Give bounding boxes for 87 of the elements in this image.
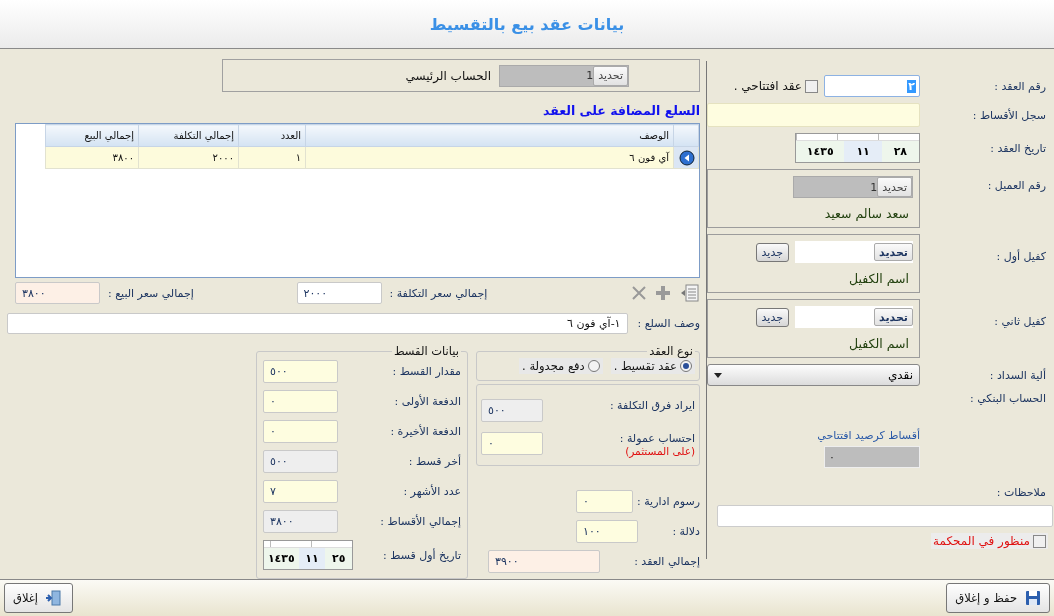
installment-field[interactable]: ٠	[263, 420, 338, 443]
current-row-icon	[679, 150, 695, 166]
opening-balance-field: ٠	[824, 446, 920, 468]
date-picker[interactable]: ٢٨ ١١ ١٤٣٥	[795, 133, 920, 163]
field-label: الحساب البنكي :	[968, 392, 1047, 405]
field-label: ملاحظات :	[995, 486, 1047, 499]
checkbox[interactable]	[805, 79, 818, 93]
field-label: أخر قسط :	[408, 455, 461, 468]
installment-field[interactable]: ٠	[263, 390, 338, 413]
field-label: مقدار القسط :	[392, 365, 461, 378]
group-title: بيانات القسط	[392, 344, 460, 358]
field-label: إجمالي سعر البيع :	[108, 286, 194, 300]
table-cell: ١	[238, 147, 306, 169]
field-label: دلالة :	[672, 525, 700, 538]
guarantor-field[interactable]: تحديد	[795, 241, 913, 263]
section-title: السلع المضافة على العقد	[542, 103, 700, 119]
table-row[interactable]: آي فون ٦ ١ ٢٠٠٠ ٣٨٠٠	[45, 147, 699, 169]
guarantor-name: اسم الكفيل	[848, 271, 910, 286]
field-label: إجمالي الأقساط :	[380, 515, 461, 528]
field-label: سجل الأقساط :	[971, 108, 1047, 122]
column-header[interactable]: إجمالي التكلفة	[138, 125, 239, 147]
guarantor-field[interactable]: تحديد	[795, 306, 913, 328]
field-label: احتساب عمولة :	[619, 432, 695, 445]
field-label: إجمالي سعر التكلفة :	[389, 286, 488, 300]
caret-icon	[714, 372, 722, 378]
radio-button[interactable]	[680, 360, 692, 372]
total-sale-field: ٣٨٠٠	[15, 282, 100, 304]
select-button[interactable]: تحديد	[877, 177, 912, 197]
column-header[interactable]: الوصف	[305, 125, 674, 147]
installment-field[interactable]: ٥٠٠	[263, 360, 338, 383]
field-label: أقساط كرصيد افتتاحي	[817, 429, 920, 442]
field-label: كفيل أول :	[995, 248, 1047, 263]
date-picker[interactable]: ٢٥ ١١ ١٤٣٥	[263, 540, 353, 570]
table-cell: آي فون ٦	[305, 147, 674, 169]
notes-field[interactable]	[717, 505, 1053, 527]
field-label: ايراد فرق التكلفة :	[609, 399, 695, 412]
field-label: وصف السلع :	[637, 317, 700, 330]
description-field[interactable]: ١-آي فون ٦	[7, 313, 628, 334]
delete-icon[interactable]	[632, 286, 646, 300]
select-button[interactable]: تحديد	[874, 308, 913, 326]
list-icon[interactable]	[680, 284, 700, 302]
checkbox-label: عقد افتتاحي .	[733, 79, 802, 93]
add-icon[interactable]	[656, 286, 670, 300]
guarantor-name: اسم الكفيل	[848, 336, 910, 351]
table-cell: ٢٠٠٠	[138, 147, 239, 169]
field-label: رقم العقد :	[993, 79, 1047, 93]
commission-field[interactable]: ٠	[481, 432, 543, 455]
installment-field[interactable]: ٧	[263, 480, 338, 503]
checkbox-label: منظور في المحكمة	[933, 534, 1030, 548]
field-label: تاريخ أول قسط :	[383, 548, 461, 562]
field-label: رقم العميل :	[986, 178, 1047, 192]
installments-record-field[interactable]	[707, 103, 920, 127]
installment-field: ٣٨٠٠	[263, 510, 338, 533]
field-label: عدد الأشهر :	[403, 485, 461, 498]
radio-option[interactable]: عقد تقسيط .	[610, 358, 695, 374]
close-button[interactable]: إغلاق	[4, 583, 73, 613]
field-label: إجمالي العقد :	[634, 555, 700, 568]
new-button[interactable]: جديد	[755, 307, 789, 327]
field-label: كفيل ثاني :	[993, 314, 1047, 328]
field-label: الحساب الرئيسي	[405, 68, 491, 83]
group-title: نوع العقد	[648, 344, 694, 358]
field-label: الدفعة الأولى :	[394, 395, 461, 408]
field-label: ألية السداد :	[988, 368, 1047, 382]
exit-door-icon	[46, 590, 64, 606]
customer-name: سعد سالم سعيد	[823, 206, 910, 221]
installment-field: ٥٠٠	[263, 450, 338, 473]
radio-button[interactable]	[587, 360, 600, 372]
field-label: رسوم ادارية :	[637, 495, 700, 508]
note-text: (على المستثمر)	[624, 445, 695, 457]
checkbox[interactable]	[1033, 534, 1046, 548]
field-label: الدفعة الأخيرة :	[390, 425, 461, 438]
cost-difference-field: ٥٠٠	[481, 399, 543, 422]
fee-field[interactable]: ١٠٠	[576, 520, 638, 543]
total-field: ٣٩٠٠	[488, 550, 600, 573]
payment-method-dropdown[interactable]: نقدي	[707, 364, 920, 386]
table-cell: ٣٨٠٠	[45, 147, 139, 169]
column-header[interactable]: إجمالي البيع	[45, 125, 139, 147]
total-cost-field: ٢٠٠٠	[296, 282, 382, 304]
save-close-button[interactable]: حفظ و إغلاق	[946, 583, 1050, 613]
new-button[interactable]: جديد	[755, 242, 789, 262]
field-label: تاريخ العقد :	[989, 141, 1047, 155]
column-header[interactable]: العدد	[238, 125, 306, 147]
radio-option[interactable]: دفع مجدولة .	[519, 358, 603, 374]
select-button[interactable]: تحديد	[874, 243, 913, 261]
window-title: بيانات عقد بيع بالتقسيط	[429, 14, 625, 34]
select-button[interactable]: تحديد	[593, 65, 628, 86]
fee-field[interactable]: ٠	[576, 490, 633, 513]
